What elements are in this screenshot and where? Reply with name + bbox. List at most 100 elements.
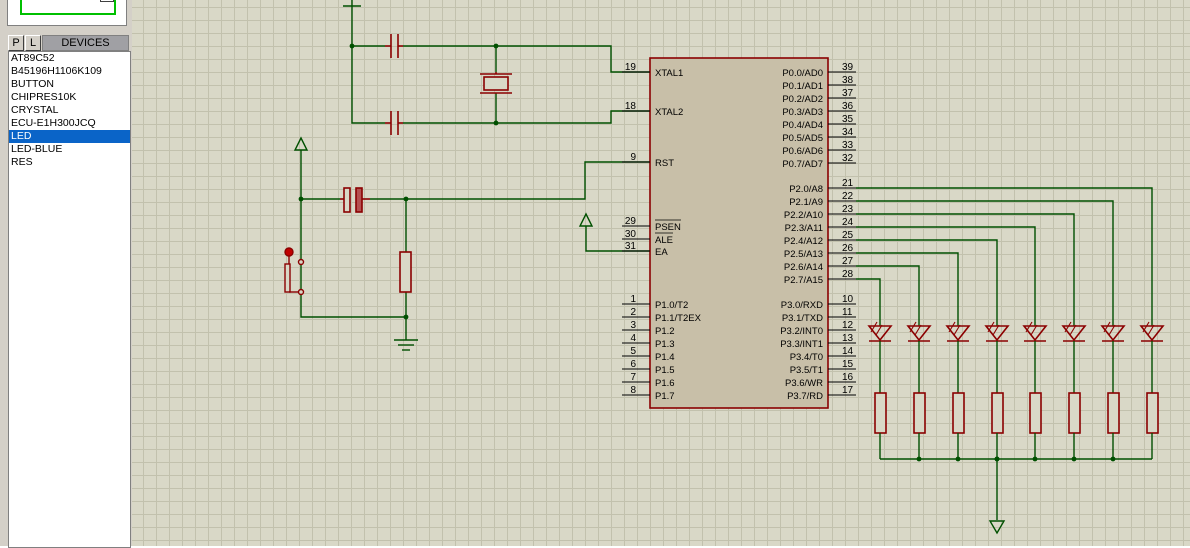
pin-label: P1.1/T2EX [655, 313, 702, 324]
pin-number: 22 [842, 191, 854, 202]
crystal-x1[interactable] [480, 72, 512, 94]
pin-label: XTAL2 [655, 107, 683, 118]
pin-label: P2.2/A10 [784, 210, 823, 221]
pin-number: 12 [842, 320, 854, 331]
devices-header: P L DEVICES [8, 35, 129, 51]
device-list-item[interactable]: ECU-E1H300JCQ [9, 117, 130, 130]
pin-label: P0.6/AD6 [782, 146, 823, 157]
pin-number: 35 [842, 114, 854, 125]
pin-label: P2.3/A11 [785, 223, 823, 234]
schematic-canvas[interactable]: 19 XTAL1 18 XTAL2 9 RST 29 PSEN 30 ALE 31 EA 1 P1.0/T… [132, 0, 1190, 546]
pin-label: P1.2 [655, 326, 675, 337]
resistor-reset[interactable] [399, 251, 412, 293]
pin-label: P2.0/A8 [789, 184, 823, 195]
device-list-item[interactable]: RES [9, 156, 130, 169]
junction [994, 456, 1000, 462]
led-wire [856, 252, 959, 326]
device-list-item[interactable]: CHIPRES10K [9, 91, 130, 104]
capacitor-c2[interactable] [385, 111, 403, 135]
electrolytic-capacitor-c3[interactable] [340, 187, 370, 213]
led-emission-arrow [1142, 321, 1150, 333]
pin-number: 9 [630, 152, 636, 163]
led-resistor[interactable] [874, 392, 887, 434]
pin-label: P3.3/INT1 [780, 339, 823, 350]
pin-number: 26 [842, 243, 854, 254]
device-list-item[interactable]: BUTTON [9, 78, 130, 91]
pin-label: P0.1/AD1 [782, 81, 823, 92]
pin-number: 39 [842, 62, 854, 73]
pin-number: 13 [842, 333, 854, 344]
pin-label: P0.3/AD3 [782, 107, 823, 118]
pin-number: 30 [625, 229, 637, 240]
pin-label: P3.4/T0 [790, 352, 823, 363]
pin-number: 23 [842, 204, 854, 215]
pin-number: 36 [842, 101, 854, 112]
pin-label: P2.5/A13 [784, 249, 823, 260]
pin-label: P2.4/A12 [784, 236, 823, 247]
overview-window[interactable] [7, 0, 127, 26]
pin-label: XTAL1 [655, 68, 683, 79]
device-list[interactable]: AT89C52 B45196H1106K109 BUTTON CHIPRES10K CR… [8, 51, 131, 548]
pin-label: P1.4 [655, 352, 675, 363]
pin-number: 33 [842, 140, 854, 151]
pin-label: P1.3 [655, 339, 675, 350]
led-resistor[interactable] [913, 392, 926, 434]
led-resistor[interactable] [1146, 392, 1159, 434]
pin-label: EA [655, 247, 668, 258]
led-resistor[interactable] [1107, 392, 1120, 434]
pin-number: 32 [842, 153, 854, 164]
pin-number: 2 [630, 307, 636, 318]
led-emission-arrow [948, 321, 956, 333]
led-emission-arrow [987, 321, 995, 333]
pin-number: 38 [842, 75, 854, 86]
power-terminal[interactable] [293, 136, 309, 151]
pin-number: 37 [842, 88, 854, 99]
led-resistor[interactable] [991, 392, 1004, 434]
overview-viewport [20, 0, 116, 15]
pin-number: 17 [842, 385, 854, 396]
junction [1110, 456, 1116, 462]
device-list-item[interactable]: LED-BLUE [9, 143, 130, 156]
device-list-item[interactable]: B45196H1106K109 [9, 65, 130, 78]
led-ground-terminal[interactable] [988, 520, 1006, 535]
pin-number: 21 [842, 178, 854, 189]
pin-label: P3.7/RD [787, 391, 823, 402]
pin-label: P3.0/RXD [781, 300, 823, 311]
capacitor-c1[interactable] [385, 34, 403, 58]
led-resistor[interactable] [952, 392, 965, 434]
led-emission-arrow [1025, 321, 1033, 333]
led-resistor[interactable] [1068, 392, 1081, 434]
pin-number: 4 [630, 333, 636, 344]
pin-label: P2.7/A15 [784, 275, 823, 286]
devices-title: DEVICES [42, 35, 129, 51]
pin-number: 5 [630, 346, 636, 357]
reset-ground[interactable] [394, 339, 418, 351]
pin-label: P0.0/AD0 [782, 68, 823, 79]
pin-number: 10 [842, 294, 854, 305]
ea-power-terminal[interactable] [578, 212, 594, 227]
pin-label: P1.6 [655, 378, 675, 389]
pin-number: 34 [842, 127, 854, 138]
pick-devices-button[interactable]: P [8, 35, 24, 51]
left-panel: P L DEVICES AT89C52 B45196H1106K109 BUTTON… [0, 0, 132, 548]
junction [916, 456, 922, 462]
device-list-item[interactable]: LED [9, 130, 130, 143]
library-manager-button[interactable]: L [25, 35, 41, 51]
device-list-item[interactable]: CRYSTAL [9, 104, 130, 117]
pin-number: 19 [625, 62, 637, 73]
pin-label: P1.7 [655, 391, 675, 402]
pin-label: P2.6/A14 [784, 262, 823, 273]
pin-number: 7 [630, 372, 636, 383]
pin-label: P3.6/WR [785, 378, 823, 389]
junction [955, 456, 961, 462]
pin-number: 31 [625, 241, 637, 252]
pin-number: 27 [842, 256, 854, 267]
static-components [284, 34, 1006, 535]
device-list-item[interactable]: AT89C52 [9, 52, 130, 65]
led-wire [856, 278, 881, 326]
led-emission-arrow [870, 321, 878, 333]
led-emission-arrow [909, 321, 917, 333]
pin-label: P0.4/AD4 [782, 120, 823, 131]
led-resistor[interactable] [1029, 392, 1042, 434]
pin-number: 14 [842, 346, 854, 357]
